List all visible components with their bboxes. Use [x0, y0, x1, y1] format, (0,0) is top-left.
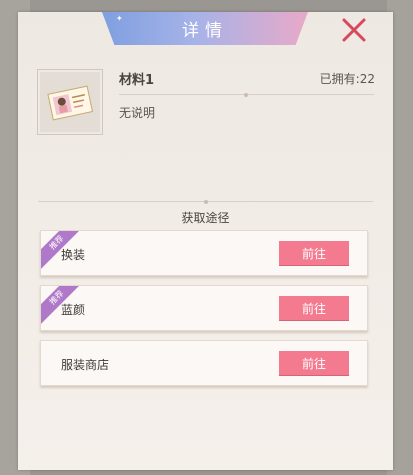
go-button[interactable]: 前往 [279, 241, 349, 265]
source-label: 蓝颜 [61, 303, 86, 317]
details-modal: 详情 ✦ 材料1 已拥有:22 无说明 获取途径 推荐 换装 前往 推荐 蓝颜 … [18, 12, 393, 470]
source-row-clothing-store: 服装商店 前往 [40, 340, 368, 386]
source-label: 换装 [61, 248, 86, 262]
close-icon[interactable] [340, 16, 368, 44]
divider-dot [204, 199, 208, 204]
source-row-outfit: 推荐 换装 前往 [40, 230, 368, 276]
sparkle-icon: ✦ [116, 14, 123, 23]
item-name: 材料1 [119, 73, 155, 88]
source-row-lanyan: 推荐 蓝颜 前往 [40, 285, 368, 331]
go-button[interactable]: 前往 [279, 351, 349, 375]
title-ribbon: 详情 [102, 12, 308, 45]
divider-dot [244, 92, 248, 97]
item-thumbnail [37, 69, 103, 135]
acquisition-heading: 获取途径 [181, 211, 230, 225]
go-button[interactable]: 前往 [279, 296, 349, 320]
modal-title: 详情 [182, 21, 228, 41]
item-owned-count: 已拥有:22 [319, 72, 375, 86]
item-description: 无说明 [119, 106, 156, 120]
material-card-icon [47, 85, 94, 121]
source-label: 服装商店 [61, 358, 110, 372]
